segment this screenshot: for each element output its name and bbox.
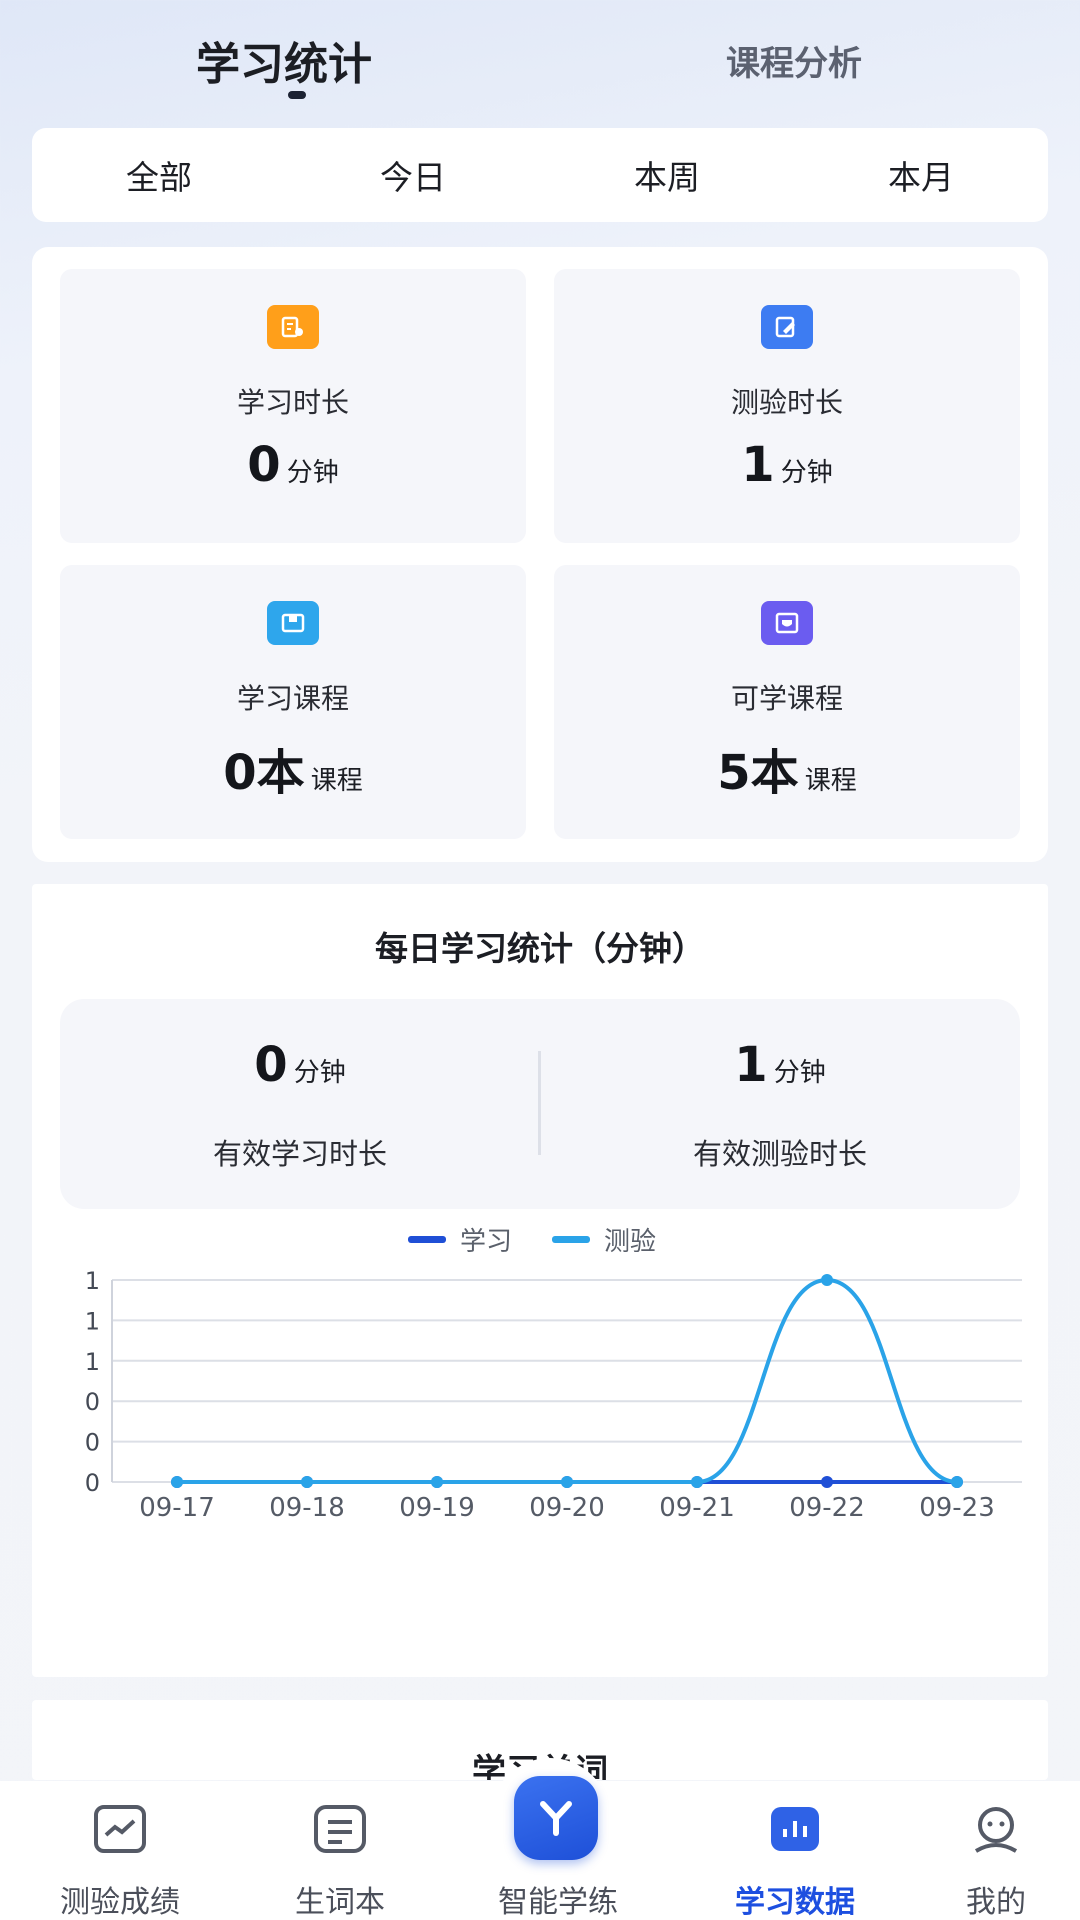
stat-label: 可学课程 bbox=[730, 682, 843, 715]
stat-value: 1 分钟 bbox=[741, 437, 833, 493]
x-tick-label: 09-21 bbox=[659, 1493, 735, 1523]
stat-quiz-time: 测验时长 1 分钟 bbox=[554, 269, 1020, 543]
daily-stats-title: 每日学习统计（分钟） bbox=[375, 929, 705, 968]
filter-this-month[interactable]: 本月 bbox=[794, 128, 1048, 222]
daily-summary: 0 分钟 有效学习时长 1 分钟 有效测验时长 bbox=[60, 999, 1020, 1209]
course-icon bbox=[267, 601, 319, 645]
vocabulary-icon bbox=[314, 1805, 366, 1853]
nav-label: 学习数据 bbox=[735, 1885, 855, 1920]
data-point bbox=[431, 1476, 443, 1488]
profile-icon bbox=[974, 1807, 1018, 1853]
y-tick-label: 1 bbox=[85, 1307, 100, 1335]
stat-value: 5本 课程 bbox=[717, 745, 857, 801]
x-tick-label: 09-18 bbox=[269, 1493, 345, 1523]
filter-all[interactable]: 全部 bbox=[32, 128, 286, 222]
data-point bbox=[171, 1476, 183, 1488]
x-tick-label: 09-22 bbox=[789, 1493, 865, 1523]
summary-study-unit: 分钟 bbox=[293, 1058, 346, 1088]
tab-course-analysis[interactable]: 课程分析 bbox=[726, 36, 862, 85]
summary-study: 0 分钟 有效学习时长 bbox=[60, 999, 540, 1209]
stat-label: 测验时长 bbox=[730, 386, 843, 419]
summary-quiz-unit: 分钟 bbox=[773, 1058, 826, 1088]
nav-label: 生词本 bbox=[295, 1885, 385, 1920]
data-point bbox=[561, 1476, 573, 1488]
filter-this-week[interactable]: 本周 bbox=[540, 128, 794, 222]
summary-quiz: 1 分钟 有效测验时长 bbox=[540, 999, 1020, 1209]
nav-quiz-score[interactable]: 测验成绩 bbox=[12, 1781, 228, 1920]
available-course-icon bbox=[761, 601, 813, 645]
summary-quiz-value: 1 bbox=[734, 1037, 768, 1093]
data-point bbox=[821, 1274, 833, 1286]
top-tab-bar: 学习统计 课程分析 bbox=[0, 0, 1080, 120]
nav-label: 我的 bbox=[966, 1885, 1026, 1920]
nav-label: 测验成绩 bbox=[60, 1885, 180, 1920]
daily-stats-card: 每日学习统计（分钟） 0 分钟 有效学习时长 1 分钟 有效测验时长 0001110… bbox=[32, 884, 1048, 1677]
nav-profile[interactable]: 我的 bbox=[888, 1781, 1080, 1920]
x-tick-label: 09-23 bbox=[919, 1493, 995, 1523]
nav-vocabulary[interactable]: 生词本 bbox=[232, 1781, 448, 1920]
stat-value: 0 分钟 bbox=[247, 437, 339, 493]
x-tick-label: 09-17 bbox=[139, 1493, 215, 1523]
stat-label: 学习课程 bbox=[236, 682, 349, 715]
legend-swatch bbox=[552, 1236, 590, 1243]
smart-practice-button[interactable] bbox=[514, 1776, 598, 1860]
legend-label: 测验 bbox=[604, 1227, 656, 1257]
data-point bbox=[301, 1476, 313, 1488]
nav-study-data[interactable]: 学习数据 bbox=[687, 1781, 903, 1920]
stat-studied-courses: 学习课程 0本 课程 bbox=[60, 565, 526, 839]
y-tick-label: 0 bbox=[85, 1469, 100, 1497]
x-tick-label: 09-20 bbox=[529, 1493, 605, 1523]
summary-study-value: 0 bbox=[254, 1037, 288, 1093]
series-line-quiz bbox=[176, 1277, 958, 1484]
y-tick-label: 0 bbox=[85, 1429, 100, 1457]
stat-label: 学习时长 bbox=[236, 386, 349, 419]
smart-practice-icon bbox=[540, 1801, 572, 1836]
data-point bbox=[951, 1476, 963, 1488]
study-data-icon bbox=[771, 1807, 819, 1851]
study-time-icon bbox=[267, 305, 319, 349]
filter-today[interactable]: 今日 bbox=[286, 128, 540, 222]
nav-label: 智能学练 bbox=[498, 1885, 618, 1920]
stat-study-time: 学习时长 0 分钟 bbox=[60, 269, 526, 543]
y-tick-label: 1 bbox=[85, 1348, 100, 1376]
y-tick-label: 0 bbox=[85, 1388, 100, 1416]
y-tick-label: 1 bbox=[85, 1267, 100, 1295]
stats-card: 学习时长 0 分钟 测验时长 1 分钟 学习课程 0本 课程 可学课程 5本 课程 bbox=[32, 247, 1048, 862]
quiz-time-icon bbox=[761, 305, 813, 349]
data-point bbox=[821, 1476, 833, 1488]
daily-line-chart: 0 0 0 1 1 1 09-17 09-18 09-19 09-20 09-21 09-22 09-2… bbox=[85, 1227, 1022, 1523]
stat-available-courses: 可学课程 5本 课程 bbox=[554, 565, 1020, 839]
legend-label: 学习 bbox=[460, 1227, 512, 1257]
x-tick-label: 09-19 bbox=[399, 1493, 475, 1523]
data-point bbox=[691, 1476, 703, 1488]
quiz-score-icon bbox=[94, 1805, 146, 1853]
tab-study-stats[interactable]: 学习统计 bbox=[196, 28, 372, 92]
summary-quiz-caption: 有效测验时长 bbox=[692, 1137, 867, 1171]
stat-value: 0本 课程 bbox=[223, 745, 363, 801]
period-filter-bar: 全部 今日 本周 本月 bbox=[32, 128, 1048, 222]
tab-active-indicator bbox=[288, 91, 306, 99]
summary-study-caption: 有效学习时长 bbox=[212, 1137, 387, 1171]
legend-swatch bbox=[408, 1236, 446, 1243]
